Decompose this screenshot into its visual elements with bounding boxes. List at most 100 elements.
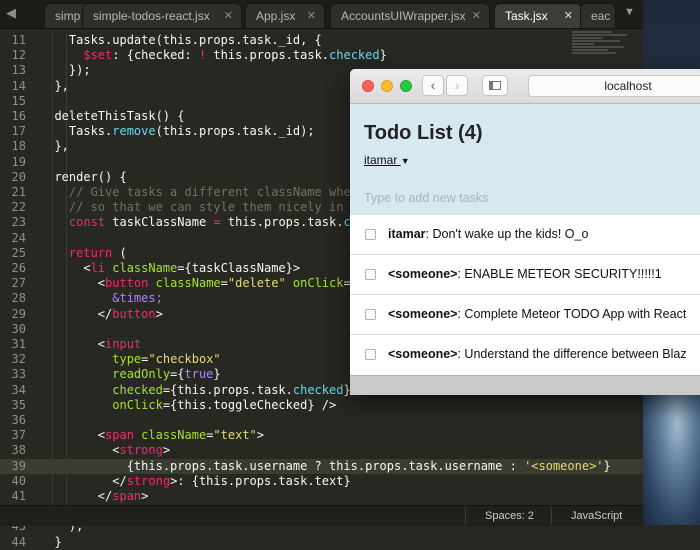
code-line[interactable]: 44 } — [0, 535, 643, 550]
code-token: this.props.task. — [220, 215, 344, 230]
minimize-window-button[interactable] — [381, 80, 393, 92]
code-token: li — [90, 261, 106, 275]
line-number: 14 — [11, 78, 26, 93]
code-line[interactable]: 40 </strong>: {this.props.task.text} — [0, 474, 643, 489]
line-number: 19 — [11, 154, 26, 169]
task-text: <someone>: Complete Meteor TODO App with… — [388, 307, 687, 321]
line-number: 37 — [11, 428, 26, 443]
close-tab-icon[interactable]: ✕ — [564, 4, 573, 28]
code-text: Tasks.update(this.props.task._id, { — [40, 33, 322, 48]
forward-button[interactable]: › — [446, 75, 468, 96]
line-number: 39 — [11, 458, 26, 473]
code-line[interactable]: 41 </span> — [0, 489, 643, 504]
task-checkbox[interactable] — [365, 309, 376, 320]
code-line[interactable]: 12 $set: {checked: ! this.props.task.che… — [0, 48, 643, 63]
code-text: <strong> — [40, 443, 170, 458]
address-bar[interactable]: localhost — [528, 75, 700, 97]
line-number: 13 — [11, 63, 26, 78]
code-token: Tasks.update(this.props.task._id, { — [40, 33, 322, 47]
line-number: 29 — [11, 306, 26, 321]
code-token: const — [40, 215, 106, 230]
page-title: Todo List (4) — [364, 122, 483, 144]
code-token: render() { — [40, 169, 127, 184]
code-text: Tasks.remove(this.props.task._id); — [40, 124, 315, 139]
code-line[interactable]: 35 onClick={this.toggleChecked} /> — [0, 398, 643, 413]
task-checkbox[interactable] — [365, 229, 376, 240]
code-token: taskClassName — [105, 215, 214, 230]
code-text: <input — [40, 337, 141, 352]
line-number: 35 — [11, 397, 26, 412]
code-text: <li className={taskClassName}> — [40, 261, 300, 276]
line-number: 21 — [11, 185, 26, 199]
syntax-setting[interactable]: JavaScript — [571, 506, 622, 526]
task-checkbox[interactable] — [365, 269, 376, 280]
line-number: 40 — [11, 473, 26, 488]
code-token: ={taskClassName}> — [177, 261, 301, 275]
code-line[interactable]: 37 <span className="text"> — [0, 428, 643, 443]
code-token: < — [40, 276, 106, 291]
task-owner: itamar — [388, 227, 426, 241]
code-token: checked — [292, 382, 344, 397]
code-text: onClick={this.toggleChecked} /> — [40, 398, 336, 413]
close-tab-icon[interactable]: ✕ — [307, 4, 316, 28]
code-token: button — [105, 276, 149, 291]
sidebar-toggle-button[interactable] — [482, 75, 508, 96]
code-token: onClick — [40, 397, 163, 412]
tab-scroll-left-icon[interactable]: ◀ — [6, 5, 16, 21]
code-token: $set — [83, 48, 113, 63]
close-tab-icon[interactable]: ✕ — [224, 4, 233, 28]
browser-titlebar: ‹ › localhost — [350, 69, 700, 104]
close-window-button[interactable] — [362, 80, 374, 92]
code-text: const taskClassName = this.props.task.ch… — [40, 215, 387, 230]
tab-extra[interactable]: eac — [580, 3, 616, 28]
code-line[interactable]: 38 <strong> — [0, 443, 643, 458]
app-header: Todo List (4) itamar ▼ Type to add new t… — [350, 104, 700, 214]
status-bar: Spaces: 2 JavaScript — [0, 505, 643, 526]
chevron-left-icon: ‹ — [430, 77, 436, 93]
code-token: ={this.toggleChecked} /> — [162, 397, 337, 412]
back-button[interactable]: ‹ — [422, 75, 444, 96]
line-number: 16 — [11, 109, 26, 123]
code-text: } — [40, 535, 61, 550]
line-number: 15 — [11, 93, 26, 108]
code-text: checked={this.props.task.checked} — [40, 382, 350, 398]
task-checkbox[interactable] — [365, 349, 376, 360]
code-text: </span> — [40, 489, 149, 504]
code-text: type="checkbox" — [40, 352, 220, 367]
line-number: 28 — [11, 291, 26, 306]
zoom-window-button[interactable] — [400, 80, 412, 92]
line-number: 22 — [11, 200, 26, 215]
indentation-setting[interactable]: Spaces: 2 — [485, 506, 534, 526]
code-token: > — [256, 428, 265, 443]
code-line[interactable]: 39 {this.props.task.username ? this.prop… — [0, 458, 643, 474]
code-token: className — [148, 276, 221, 291]
code-text: }, — [40, 139, 68, 154]
code-line[interactable]: 11 Tasks.update(this.props.task._id, { — [0, 33, 643, 48]
code-token: } — [213, 367, 221, 382]
close-tab-icon[interactable]: ✕ — [472, 4, 481, 28]
code-token: // Give tasks a different className when… — [40, 185, 387, 199]
task-owner: <someone> — [388, 267, 458, 281]
tab-task-jsx[interactable]: Task.jsx ✕ — [494, 3, 582, 28]
code-line[interactable]: 36 — [0, 413, 643, 428]
code-token: return — [40, 245, 113, 260]
task-owner: <someone> — [388, 307, 458, 321]
code-token: < — [40, 443, 120, 458]
desktop-wallpaper-rock — [643, 380, 700, 525]
tab-accounts-ui-wrapper[interactable]: AccountsUIWrapper.jsx ✕ — [330, 3, 490, 28]
line-number: 27 — [11, 276, 26, 291]
tab-simple-todos-react[interactable]: simple-todos-react.jsx ✕ — [82, 3, 242, 28]
todo-app: Todo List (4) itamar ▼ Type to add new t… — [350, 104, 700, 395]
tab-app-jsx[interactable]: App.jsx ✕ — [245, 3, 325, 28]
tab-menu-icon[interactable]: ▼ — [624, 6, 635, 18]
new-task-input[interactable]: Type to add new tasks — [364, 191, 488, 205]
line-number: 34 — [11, 382, 26, 397]
code-token: "text" — [213, 428, 257, 443]
code-token: input — [105, 337, 142, 351]
line-number: 25 — [11, 245, 26, 260]
code-text: </strong>: {this.props.task.text} — [40, 474, 350, 489]
task-owner: <someone> — [388, 347, 458, 361]
code-token: checked — [40, 382, 163, 397]
code-token: span — [105, 428, 134, 443]
account-dropdown[interactable]: itamar ▼ — [364, 153, 410, 167]
